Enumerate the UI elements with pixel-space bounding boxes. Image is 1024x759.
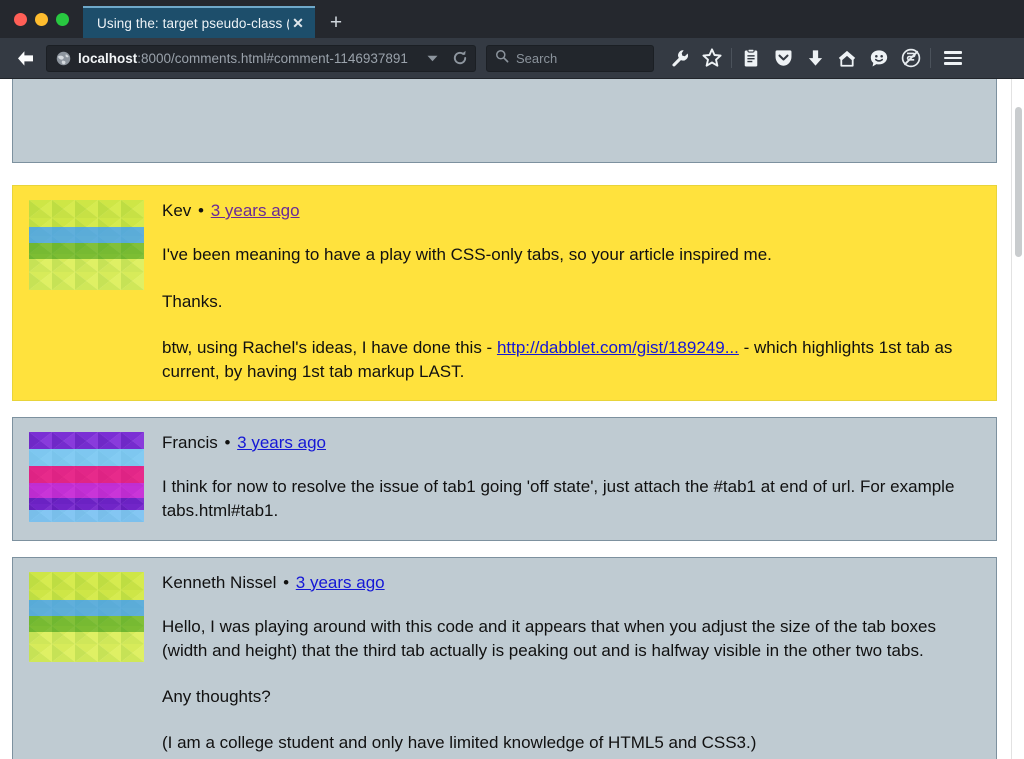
url-text[interactable]: localhost:8000/comments.html#comment-114… [78,51,415,66]
meta-separator: • [283,572,290,592]
meta-separator: • [224,432,231,452]
comment-body [162,79,980,146]
paragraph-text-before: btw, using Rachel's ideas, I have done t… [162,337,497,357]
scrollbar-thumb[interactable] [1015,107,1022,257]
comment-body: Kev • 3 years ago I've been meaning to h… [162,200,980,384]
back-button[interactable] [10,44,40,72]
tab-strip: Using the: target pseudo-class (… ✕ + [0,0,1024,38]
avatar-francis [29,431,144,522]
comment-clipped [12,79,997,163]
avatar-clipped [29,79,144,146]
comment-paragraph: (I am a college student and only have li… [162,733,757,753]
wrench-icon[interactable] [664,43,696,73]
toolbar-divider-2 [930,48,931,68]
close-tab-icon[interactable]: ✕ [289,14,307,32]
comment-kev: Kev • 3 years ago I've been meaning to h… [12,185,997,401]
meta-separator: • [198,201,204,220]
download-icon[interactable] [799,43,831,73]
comment-meta: Kev • 3 years ago [162,201,980,221]
comment-timestamp-link[interactable]: 3 years ago [211,201,300,220]
browser-window: Using the: target pseudo-class (… ✕ + lo… [0,0,1024,759]
search-input[interactable]: Search [516,51,557,66]
comment-author: Kenneth Nissel [162,572,277,592]
url-bar[interactable]: localhost:8000/comments.html#comment-114… [46,44,476,72]
comment-paragraph: Hello, I was playing around with this co… [162,616,936,661]
comment-body: Francis • 3 years ago I think for now to… [162,432,980,524]
globe-icon[interactable] [56,51,71,66]
reload-icon[interactable] [449,47,471,69]
home-icon[interactable] [831,43,863,73]
url-path: :8000/comments.html#comment-1146937891 [137,50,408,66]
comment-kenneth: Kenneth Nissel • 3 years ago Hello, I wa… [12,556,997,759]
tabs-container: Using the: target pseudo-class (… ✕ + [83,0,357,38]
comment-paragraph-with-link: btw, using Rachel's ideas, I have done t… [162,336,980,384]
chevron-down-icon[interactable] [422,47,442,69]
comment-paragraph: I've been meaning to have a play with CS… [162,245,772,265]
new-tab-button[interactable]: + [315,6,357,38]
comment-francis: Francis • 3 years ago I think for now to… [12,416,997,541]
hamburger-menu-icon[interactable] [938,43,968,73]
comment-body: Kenneth Nissel • 3 years ago Hello, I wa… [162,572,980,756]
smiley-icon[interactable] [863,43,895,73]
comment-meta: Kenneth Nissel • 3 years ago [162,573,980,593]
dabblet-link[interactable]: http://dabblet.com/gist/189249... [497,338,739,357]
comment-paragraph: I think for now to resolve the issue of … [162,477,955,521]
maximize-window-button[interactable] [56,12,69,26]
search-bar[interactable]: Search [486,44,654,72]
toolbar-icons [664,43,968,73]
comment-author: Kev [162,201,192,220]
window-controls [0,0,83,38]
comment-author: Francis [162,432,218,452]
comment-timestamp-link[interactable]: 3 years ago [237,433,326,452]
pocket-icon[interactable] [767,43,799,73]
minimize-window-button[interactable] [35,12,48,26]
close-window-button[interactable] [14,12,27,26]
no-script-icon[interactable] [895,43,927,73]
avatar-kenneth [29,571,144,662]
comment-meta: Francis • 3 years ago [162,433,980,453]
page-viewport: Kev • 3 years ago I've been meaning to h… [0,79,1024,759]
toolbar-divider [731,48,732,68]
avatar-kev [29,200,144,290]
comments-list: Kev • 3 years ago I've been meaning to h… [0,79,1011,759]
tab-title: Using the: target pseudo-class (… [97,15,289,31]
comment-paragraph: Thanks. [162,291,223,311]
reader-icon[interactable] [735,43,767,73]
url-host: localhost [78,50,138,66]
comment-timestamp-link[interactable]: 3 years ago [296,573,385,592]
browser-tab-active[interactable]: Using the: target pseudo-class (… ✕ [83,6,315,38]
search-icon [495,49,509,68]
vertical-scrollbar[interactable] [1011,79,1024,759]
comment-paragraph: Any thoughts? [162,687,271,707]
star-icon[interactable] [696,43,728,73]
navigation-toolbar: localhost:8000/comments.html#comment-114… [0,38,1024,79]
